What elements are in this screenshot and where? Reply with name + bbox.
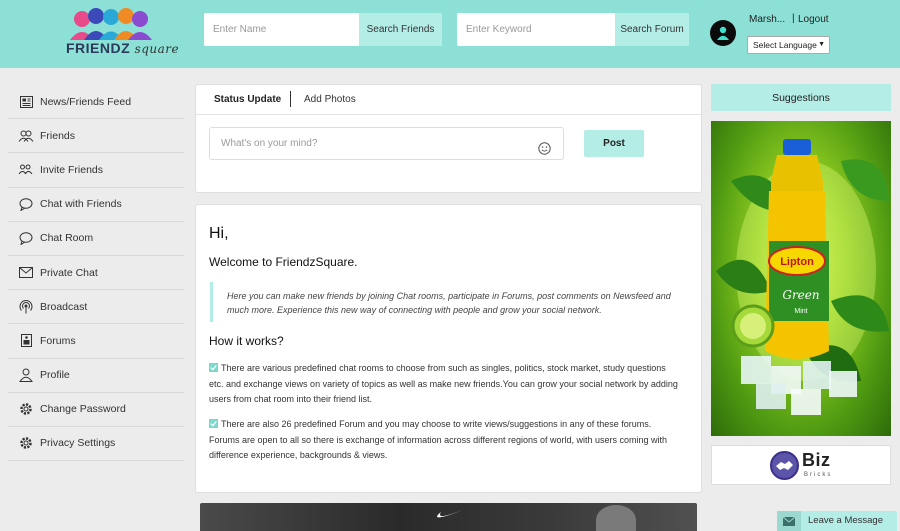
how-point-text: There are also 26 predefined Forum and y… (209, 419, 668, 460)
sidebar-item-broadcast[interactable]: Broadcast (8, 290, 184, 325)
search-forum-group: Search Forum (457, 13, 689, 46)
sidebar-item-label: Broadcast (40, 300, 88, 313)
welcome-title: Welcome to FriendzSquare. (209, 255, 358, 269)
search-friends-group: Search Friends (204, 13, 442, 46)
how-point-1: There are various predefined chat rooms … (209, 361, 679, 408)
tab-status-update[interactable]: Status Update (214, 94, 281, 105)
sidebar-item-chat-room[interactable]: Chat Room (8, 222, 184, 256)
logo-text: FRIENDZ (66, 40, 131, 56)
feed-photo[interactable] (200, 503, 697, 531)
smiley-icon[interactable] (538, 137, 551, 168)
envelope-icon (777, 511, 801, 531)
biz-brand-text: Biz (802, 450, 831, 470)
sidebar-item-label: Change Password (40, 403, 126, 416)
sidebar-item-label: Profile (40, 369, 70, 382)
sidebar-item-label: Chat with Friends (40, 198, 122, 211)
chevron-down-icon: ▼ (818, 41, 825, 48)
user-avatar-icon (717, 26, 729, 40)
tab-underline (196, 114, 701, 115)
search-name-input[interactable] (204, 13, 359, 46)
avatar[interactable] (710, 20, 736, 46)
chat-bubble-icon (17, 196, 35, 212)
friends-icon (17, 128, 35, 144)
top-header: FRIENDZ square Search Friends Search For… (0, 0, 900, 68)
invite-friends-icon (17, 162, 35, 178)
header-separator: | (792, 13, 795, 24)
sidebar-item-label: Forums (40, 334, 76, 347)
sidebar-item-invite-friends[interactable]: Invite Friends (8, 153, 184, 188)
sidebar-item-chat-friends[interactable]: Chat with Friends (8, 188, 184, 222)
ad-flavor-text: Mint (794, 308, 807, 315)
user-name[interactable]: Marsh... (749, 14, 785, 25)
status-update-card: Status Update Add Photos What's on your … (195, 84, 702, 193)
lipton-ad-banner[interactable]: Lipton Green Mint (711, 121, 891, 436)
status-placeholder: What's on your mind? (221, 138, 318, 149)
sidebar-item-label: Invite Friends (40, 163, 104, 176)
leave-message-button[interactable]: Leave a Message (777, 511, 897, 531)
welcome-quote: Here you can make new friends by joining… (210, 282, 686, 322)
people-group-logo-icon (70, 8, 152, 40)
sidebar-item-private-chat[interactable]: Private Chat (8, 256, 184, 291)
language-select-value: Select Language (753, 40, 817, 50)
how-point-text: There are various predefined chat rooms … (209, 363, 678, 404)
post-button[interactable]: Post (584, 130, 644, 157)
newspaper-icon (17, 94, 35, 110)
greeting: Hi, (209, 225, 229, 242)
checkbox-icon (209, 363, 218, 372)
person-silhouette (596, 505, 636, 531)
tab-divider (290, 91, 291, 107)
suggestions-header: Suggestions (711, 84, 891, 111)
user-icon (17, 367, 35, 383)
friendzsquare-logo[interactable]: FRIENDZ square (66, 6, 179, 60)
language-select[interactable]: Select Language ▼ (747, 36, 830, 54)
sidebar-item-label: News/Friends Feed (40, 95, 132, 108)
chat-room-icon (17, 230, 35, 246)
sidebar-item-label: Chat Room (40, 232, 94, 245)
gear-icon (17, 435, 35, 451)
search-keyword-input[interactable] (457, 13, 615, 46)
logo-subtext: square (134, 42, 180, 56)
how-point-2: There are also 26 predefined Forum and y… (209, 417, 679, 464)
checkbox-icon (209, 419, 218, 428)
sidebar-item-label: Privacy Settings (40, 437, 116, 450)
tab-add-photos[interactable]: Add Photos (304, 94, 356, 105)
forum-icon (17, 333, 35, 349)
sidebar-item-privacy-settings[interactable]: Privacy Settings (8, 427, 184, 462)
handshake-icon (770, 451, 799, 480)
envelope-icon (17, 265, 35, 281)
sidebar-item-forums[interactable]: Forums (8, 324, 184, 359)
sidebar-item-news-feed[interactable]: News/Friends Feed (8, 85, 184, 120)
biz-sub-text: Bricks (804, 472, 833, 478)
ad-illustration: Lipton Green Mint (716, 139, 889, 415)
welcome-card: Hi, Welcome to FriendzSquare. Here you c… (195, 204, 702, 493)
sidebar-nav: News/Friends Feed Friends Invite Friends… (8, 85, 184, 462)
sidebar-item-label: Private Chat (40, 266, 98, 279)
bizbricks-ad[interactable]: Biz Bricks (711, 445, 891, 485)
how-it-works-title: How it works? (209, 334, 284, 348)
broadcast-icon (17, 299, 35, 315)
ad-sub-text: Green (782, 288, 819, 302)
search-forum-button[interactable]: Search Forum (615, 13, 689, 46)
leave-message-label: Leave a Message (808, 515, 883, 526)
search-friends-button[interactable]: Search Friends (359, 13, 442, 46)
sidebar-item-profile[interactable]: Profile (8, 359, 184, 393)
swoosh-logo-icon (437, 510, 463, 518)
status-input[interactable]: What's on your mind? (209, 127, 564, 160)
ad-brand-text: Lipton (780, 256, 814, 268)
sidebar-item-change-password[interactable]: Change Password (8, 393, 184, 427)
sidebar-item-label: Friends (40, 129, 76, 142)
gear-icon (17, 401, 35, 417)
logout-link[interactable]: Logout (798, 14, 829, 25)
sidebar-item-friends[interactable]: Friends (8, 119, 184, 154)
